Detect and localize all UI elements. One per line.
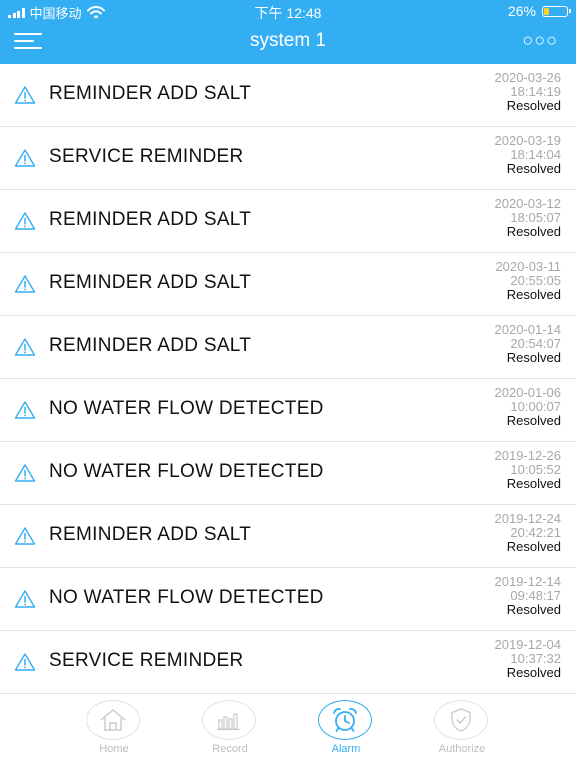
- alarm-time: 18:14:19: [510, 84, 561, 99]
- alarm-status: Resolved: [506, 161, 561, 176]
- alarm-message: NO WATER FLOW DETECTED: [49, 398, 324, 419]
- alarm-date: 2020-03-19: [494, 133, 562, 148]
- alarm-status: Resolved: [506, 476, 561, 491]
- page-title: system 1: [249, 30, 327, 51]
- warning-icon: [14, 212, 36, 230]
- alarm-date: 2020-03-26: [494, 70, 562, 85]
- battery-icon: [542, 5, 571, 17]
- battery-percent: 26%: [507, 3, 536, 19]
- alarm-row[interactable]: SERVICE REMINDER 2020-03-19 18:14:04 Resolv…: [0, 127, 576, 190]
- alarm-meta: 2020-01-06 10:00:07 Resolved: [495, 386, 562, 428]
- alarm-status: Resolved: [506, 350, 561, 365]
- alarm-meta: 2020-03-12 18:05:07 Resolved: [495, 197, 562, 239]
- tab-alarm[interactable]: Alarm: [301, 700, 391, 764]
- alarm-meta: 2019-12-14 09:48:17 Resolved: [495, 575, 562, 617]
- alarm-message: NO WATER FLOW DETECTED: [49, 587, 324, 608]
- alarm-message: REMINDER ADD SALT: [49, 335, 252, 356]
- alarm-time: 18:05:07: [510, 210, 561, 225]
- tab-label: Record: [212, 743, 248, 755]
- alarm-meta: 2020-01-14 20:54:07 Resolved: [495, 323, 562, 365]
- home-icon: [86, 700, 140, 740]
- alarm-status: Resolved: [506, 413, 561, 428]
- tab-bar: Home Record Alarm Authorize: [0, 694, 576, 768]
- alarm-status: Resolved: [506, 665, 561, 680]
- nav-bar: system 1 ○○○: [0, 22, 576, 64]
- alarm-row[interactable]: SERVICE REMINDER 2019-12-04 10:37:32 Resolv…: [0, 631, 576, 694]
- more-options-icon[interactable]: ○○○: [522, 30, 558, 51]
- tab-authorize[interactable]: Authorize: [417, 700, 507, 764]
- alarm-message: SERVICE REMINDER: [49, 650, 244, 671]
- alarm-date: 2019-12-24: [494, 511, 562, 526]
- alarm-meta: 2019-12-04 10:37:32 Resolved: [495, 638, 562, 680]
- alarm-status: Resolved: [506, 98, 561, 113]
- battery-fill: [544, 7, 549, 15]
- status-time: 下午 12:48: [254, 5, 322, 21]
- status-right: 26%: [507, 3, 571, 19]
- alarm-message: REMINDER ADD SALT: [49, 524, 252, 545]
- warning-icon: [14, 275, 36, 293]
- alarm-time: 10:00:07: [510, 399, 561, 414]
- warning-icon: [14, 338, 36, 356]
- alarm-list: REMINDER ADD SALT 2020-03-26 18:14:19 Resol…: [0, 64, 576, 694]
- alarm-time: 20:54:07: [510, 336, 561, 351]
- alarm-date: 2020-03-12: [494, 196, 562, 211]
- alarm-message: SERVICE REMINDER: [49, 146, 244, 167]
- alarm-time: 20:42:21: [510, 525, 561, 540]
- alarm-meta: 2020-03-26 18:14:19 Resolved: [495, 71, 562, 113]
- alarm-row[interactable]: REMINDER ADD SALT 2020-03-11 20:55:05 Resol…: [0, 253, 576, 316]
- warning-icon: [14, 590, 36, 608]
- tab-label: Home: [99, 743, 129, 755]
- alarm-message: REMINDER ADD SALT: [49, 83, 252, 104]
- alarm-row[interactable]: REMINDER ADD SALT 2020-03-26 18:14:19 Resol…: [0, 64, 576, 127]
- alarm-date: 2019-12-26: [494, 448, 562, 463]
- alarm-date: 2019-12-14: [494, 574, 562, 589]
- tab-record[interactable]: Record: [185, 700, 275, 764]
- alarm-message: NO WATER FLOW DETECTED: [49, 461, 324, 482]
- alarm-message: REMINDER ADD SALT: [49, 209, 252, 230]
- alarm-clock-icon: [318, 700, 372, 740]
- alarm-row[interactable]: REMINDER ADD SALT 2020-01-14 20:54:07 Resol…: [0, 316, 576, 379]
- alarm-meta: 2019-12-26 10:05:52 Resolved: [495, 449, 562, 491]
- warning-icon: [14, 464, 36, 482]
- warning-icon: [14, 401, 36, 419]
- alarm-meta: 2020-03-19 18:14:04 Resolved: [495, 134, 562, 176]
- alarm-meta: 2020-03-11 20:55:05 Resolved: [495, 260, 561, 302]
- alarm-time: 18:14:04: [510, 147, 561, 162]
- warning-icon: [14, 527, 36, 545]
- alarm-message: REMINDER ADD SALT: [49, 272, 252, 293]
- alarm-time: 10:05:52: [510, 462, 561, 477]
- alarm-status: Resolved: [506, 287, 561, 302]
- alarm-date: 2020-01-14: [494, 322, 562, 337]
- alarm-status: Resolved: [506, 224, 561, 239]
- warning-icon: [14, 653, 36, 671]
- bar-chart-icon: [202, 700, 256, 740]
- alarm-row[interactable]: NO WATER FLOW DETECTED 2019-12-14 09:48:17…: [0, 568, 576, 631]
- warning-icon: [14, 149, 36, 167]
- alarm-time: 10:37:32: [510, 651, 561, 666]
- shield-check-icon: [434, 700, 488, 740]
- alarm-row[interactable]: REMINDER ADD SALT 2020-03-12 18:05:07 Resol…: [0, 190, 576, 253]
- alarm-date: 2020-03-11: [495, 259, 561, 274]
- alarm-time: 09:48:17: [510, 588, 561, 603]
- alarm-meta: 2019-12-24 20:42:21 Resolved: [495, 512, 562, 554]
- alarm-date: 2020-01-06: [494, 385, 562, 400]
- alarm-status: Resolved: [506, 539, 561, 554]
- tab-home[interactable]: Home: [69, 700, 159, 764]
- tab-label: Alarm: [331, 743, 361, 755]
- alarm-row[interactable]: NO WATER FLOW DETECTED 2020-01-06 10:00:07…: [0, 379, 576, 442]
- status-bar: 中国移动 下午 12:48 26%: [0, 0, 576, 22]
- tab-label: Authorize: [438, 743, 486, 755]
- warning-icon: [14, 86, 36, 104]
- alarm-time: 20:55:05: [510, 273, 561, 288]
- alarm-date: 2019-12-04: [494, 637, 562, 652]
- alarm-row[interactable]: REMINDER ADD SALT 2019-12-24 20:42:21 Resol…: [0, 505, 576, 568]
- alarm-status: Resolved: [506, 602, 561, 617]
- alarm-row[interactable]: NO WATER FLOW DETECTED 2019-12-26 10:05:52…: [0, 442, 576, 505]
